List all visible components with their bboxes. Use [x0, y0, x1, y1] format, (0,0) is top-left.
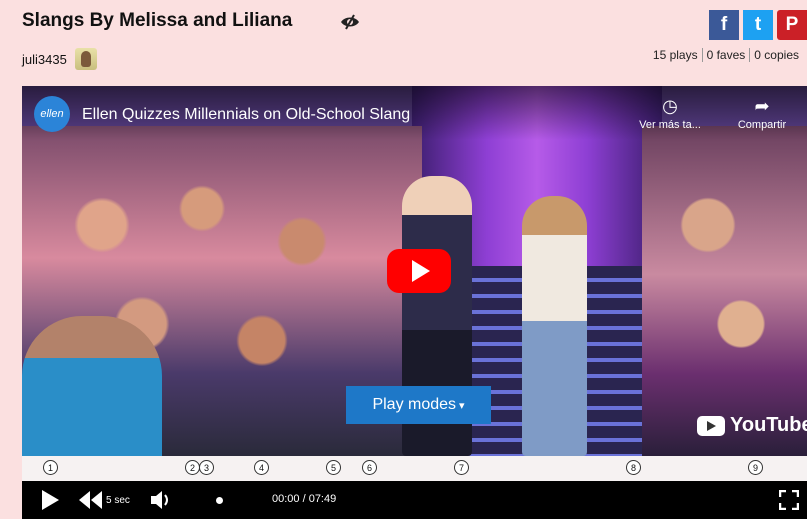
timeline-marker[interactable]: 6 — [362, 460, 377, 475]
faves-count: 0 faves — [701, 48, 750, 62]
eye-slash-icon[interactable] — [340, 14, 360, 30]
page-title: Slangs By Melissa and Liliana — [22, 10, 293, 31]
social-share: f t P — [709, 10, 807, 40]
facebook-icon[interactable]: f — [709, 10, 739, 40]
youtube-play-icon — [697, 415, 725, 436]
timeline[interactable]: 1 2 3 4 5 6 7 8 9 — [22, 456, 807, 481]
caret-down-icon: ▾ — [459, 399, 465, 412]
twitter-icon[interactable]: t — [743, 10, 773, 40]
timeline-marker[interactable]: 5 — [326, 460, 341, 475]
pinterest-icon[interactable]: P — [777, 10, 807, 40]
time-display: 00:00 / 07:49 — [272, 493, 337, 505]
plays-count: 15 plays — [652, 48, 698, 62]
video-frame-audience-right — [642, 126, 807, 456]
volume-icon[interactable] — [150, 481, 172, 519]
channel-logo[interactable]: ellen — [34, 96, 70, 132]
timeline-marker[interactable]: 3 — [199, 460, 214, 475]
avatar[interactable] — [74, 48, 97, 70]
watch-later-button[interactable]: ◷ Ver más ta... — [635, 96, 705, 131]
activity-stats: 15 plays 0 faves 0 copies — [649, 48, 803, 62]
youtube-logo-text: YouTube — [730, 414, 807, 436]
timeline-marker[interactable]: 4 — [254, 460, 269, 475]
clock-icon: ◷ — [662, 96, 678, 116]
watch-later-label: Ver más ta... — [639, 119, 701, 131]
video-frame-man — [22, 316, 162, 456]
play-icon[interactable] — [40, 481, 60, 519]
timeline-marker[interactable]: 9 — [748, 460, 763, 475]
fullscreen-icon[interactable] — [779, 490, 799, 510]
video-player[interactable]: ellen Ellen Quizzes Millennials on Old-S… — [22, 86, 807, 456]
skip-back-label[interactable]: 5 sec — [106, 481, 130, 519]
play-modes-button[interactable]: Play modes ▾ — [346, 386, 491, 424]
video-title[interactable]: Ellen Quizzes Millennials on Old-School … — [82, 106, 410, 124]
share-button[interactable]: ➦ Compartir — [727, 96, 797, 131]
share-label: Compartir — [737, 119, 787, 131]
video-frame-guest — [522, 196, 587, 456]
player-controls: 5 sec 00:00 / 07:49 — [22, 481, 807, 519]
rewind-icon[interactable] — [78, 481, 104, 519]
timeline-marker[interactable]: 1 — [43, 460, 58, 475]
volume-slider-handle[interactable] — [216, 497, 223, 504]
youtube-play-button[interactable] — [387, 249, 451, 293]
timeline-marker[interactable]: 7 — [454, 460, 469, 475]
timeline-marker[interactable]: 2 — [185, 460, 200, 475]
play-modes-label: Play modes — [372, 396, 457, 413]
copies-count: 0 copies — [749, 48, 803, 62]
username-link[interactable]: juli3435 — [22, 52, 67, 67]
youtube-logo[interactable]: YouTube — [697, 414, 807, 437]
timeline-marker[interactable]: 8 — [626, 460, 641, 475]
share-icon: ➦ — [754, 96, 770, 116]
user-row: juli3435 — [22, 48, 97, 70]
